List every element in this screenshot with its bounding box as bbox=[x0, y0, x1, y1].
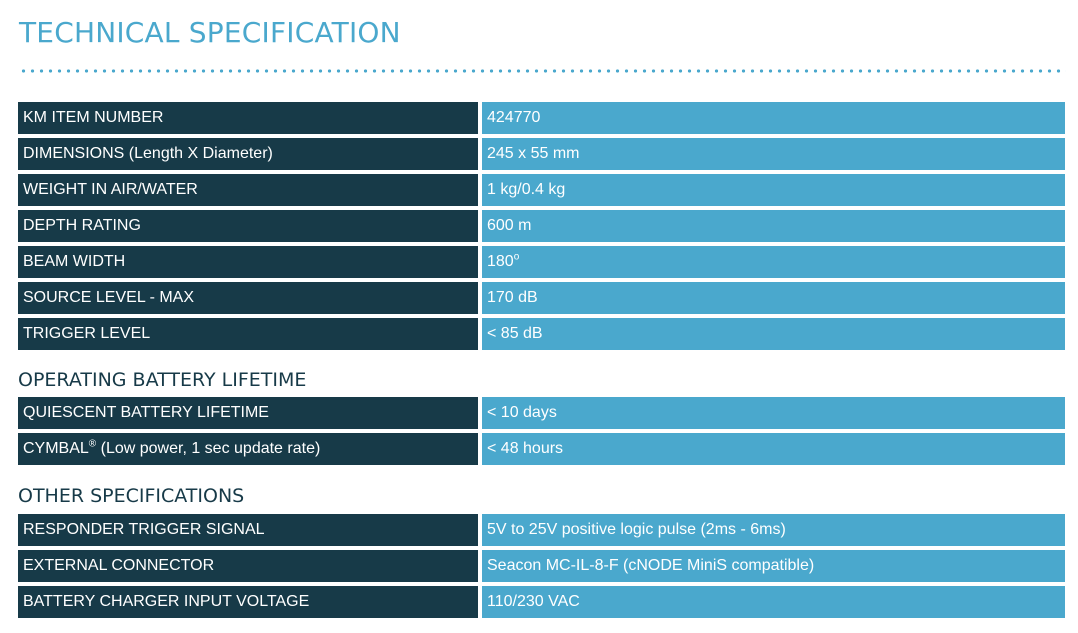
table-row: DIMENSIONS (Length X Diameter) 245 x 55 … bbox=[18, 138, 1065, 170]
other-spec-table: RESPONDER TRIGGER SIGNAL 5V to 25V posit… bbox=[18, 514, 1065, 618]
spec-label: BATTERY CHARGER INPUT VOLTAGE bbox=[18, 586, 478, 618]
degree-superscript: o bbox=[513, 251, 520, 263]
table-row: WEIGHT IN AIR/WATER 1 kg/0.4 kg bbox=[18, 174, 1065, 206]
spec-value: 1 kg/0.4 kg bbox=[482, 174, 1065, 206]
spec-value: Seacon MC-IL-8-F (cNODE MiniS compatible… bbox=[482, 550, 1065, 582]
table-row: QUIESCENT BATTERY LIFETIME < 10 days bbox=[18, 397, 1065, 429]
spec-label: WEIGHT IN AIR/WATER bbox=[18, 174, 478, 206]
spec-label: KM ITEM NUMBER bbox=[18, 102, 478, 134]
spec-value: < 10 days bbox=[482, 397, 1065, 429]
table-row: BATTERY CHARGER INPUT VOLTAGE 110/230 VA… bbox=[18, 586, 1065, 618]
table-row: EXTERNAL CONNECTOR Seacon MC-IL-8-F (cNO… bbox=[18, 550, 1065, 582]
spec-value: 110/230 VAC bbox=[482, 586, 1065, 618]
spec-label: CYMBAL® (Low power, 1 sec update rate) bbox=[18, 433, 478, 465]
page-title: TECHNICAL SPECIFICATION bbox=[19, 16, 401, 49]
cymbal-label-suffix: (Low power, 1 sec update rate) bbox=[96, 440, 321, 457]
battery-section-heading: OPERATING BATTERY LIFETIME bbox=[18, 369, 307, 391]
table-row: SOURCE LEVEL - MAX 170 dB bbox=[18, 282, 1065, 314]
spec-label: RESPONDER TRIGGER SIGNAL bbox=[18, 514, 478, 546]
spec-label: TRIGGER LEVEL bbox=[18, 318, 478, 350]
table-row: CYMBAL® (Low power, 1 sec update rate) <… bbox=[18, 433, 1065, 465]
main-spec-table: KM ITEM NUMBER 424770 DIMENSIONS (Length… bbox=[18, 102, 1065, 350]
other-section-heading: OTHER SPECIFICATIONS bbox=[18, 485, 245, 507]
spec-label: QUIESCENT BATTERY LIFETIME bbox=[18, 397, 478, 429]
spec-value: 424770 bbox=[482, 102, 1065, 134]
spec-value: 170 dB bbox=[482, 282, 1065, 314]
spec-label: BEAM WIDTH bbox=[18, 246, 478, 278]
table-row: BEAM WIDTH 180o bbox=[18, 246, 1065, 278]
spec-label: DEPTH RATING bbox=[18, 210, 478, 242]
spec-label: EXTERNAL CONNECTOR bbox=[18, 550, 478, 582]
spec-label: DIMENSIONS (Length X Diameter) bbox=[18, 138, 478, 170]
beam-width-value: 180 bbox=[487, 253, 514, 270]
dotted-divider bbox=[19, 69, 1066, 73]
spec-value: 245 x 55 mm bbox=[482, 138, 1065, 170]
spec-value: 5V to 25V positive logic pulse (2ms - 6m… bbox=[482, 514, 1065, 546]
table-row: KM ITEM NUMBER 424770 bbox=[18, 102, 1065, 134]
spec-label: SOURCE LEVEL - MAX bbox=[18, 282, 478, 314]
cymbal-label: CYMBAL bbox=[23, 440, 89, 457]
spec-value: < 48 hours bbox=[482, 433, 1065, 465]
table-row: RESPONDER TRIGGER SIGNAL 5V to 25V posit… bbox=[18, 514, 1065, 546]
battery-spec-table: QUIESCENT BATTERY LIFETIME < 10 days CYM… bbox=[18, 397, 1065, 465]
spec-value: < 85 dB bbox=[482, 318, 1065, 350]
table-row: DEPTH RATING 600 m bbox=[18, 210, 1065, 242]
table-row: TRIGGER LEVEL < 85 dB bbox=[18, 318, 1065, 350]
spec-value: 180o bbox=[482, 246, 1065, 278]
spec-value: 600 m bbox=[482, 210, 1065, 242]
